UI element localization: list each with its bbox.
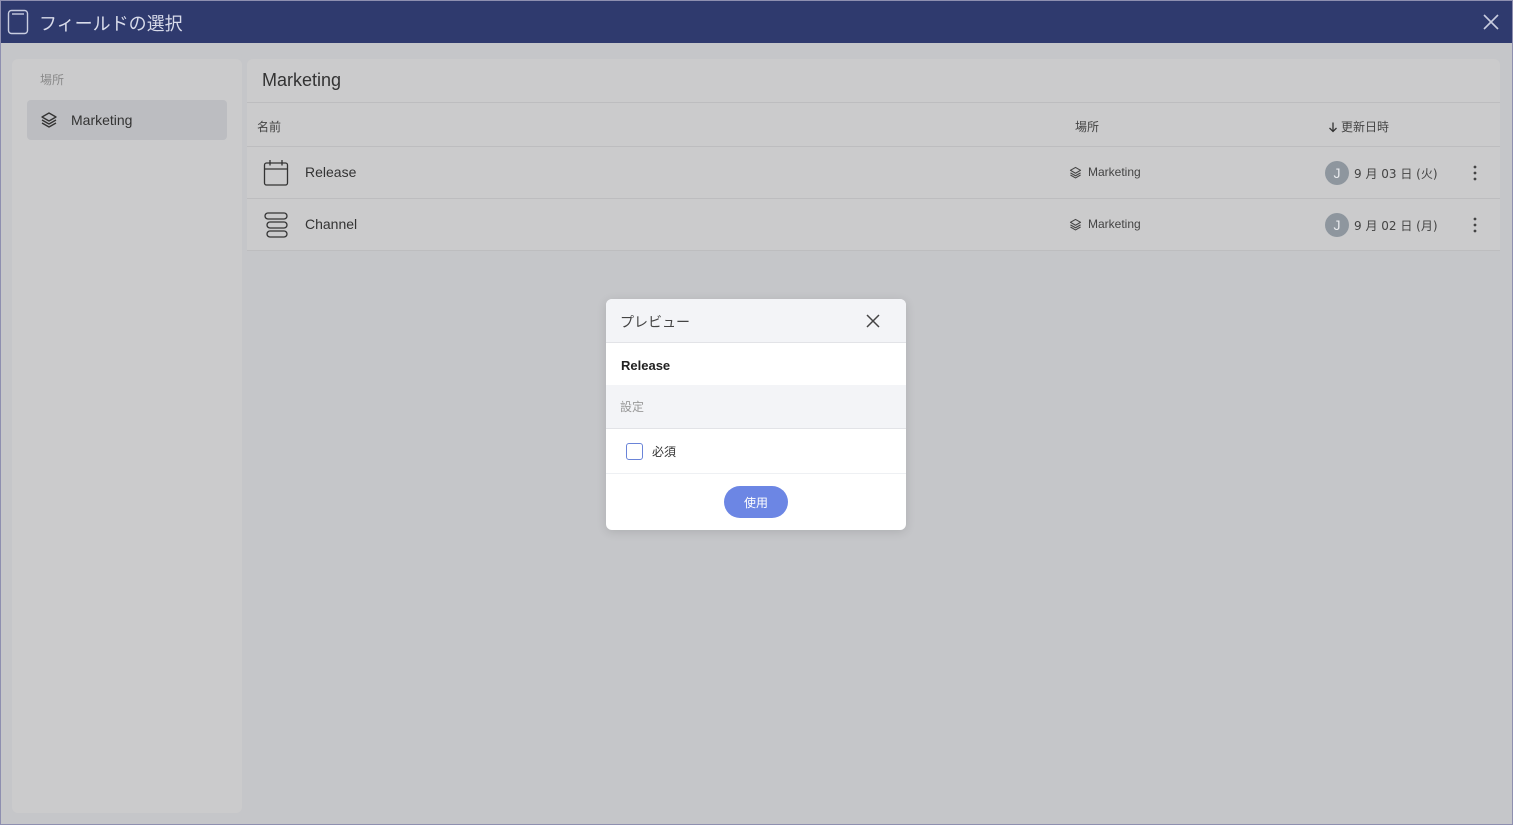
sidebar-item-label: Marketing <box>71 112 133 128</box>
calendar-icon <box>263 160 289 186</box>
checkbox-box[interactable] <box>626 443 643 460</box>
preview-dialog: プレビュー Release 設定 必須 使用 <box>606 299 906 530</box>
table-row[interactable]: Release Marketing J 9 月 03 日 (火) <box>247 147 1500 199</box>
app-document-icon <box>7 9 29 35</box>
use-button[interactable]: 使用 <box>724 486 788 518</box>
row-location-label: Marketing <box>1088 217 1141 231</box>
dialog-field-name: Release <box>621 358 671 373</box>
sidebar-item-marketing[interactable]: Marketing <box>27 100 227 140</box>
more-vertical-icon[interactable] <box>1465 213 1485 237</box>
dialog-close-icon[interactable] <box>864 312 882 330</box>
table-header: 名前 場所 更新日時 <box>247 103 1500 147</box>
more-vertical-icon[interactable] <box>1465 161 1485 185</box>
row-updated-date: 9 月 03 日 (火) <box>1354 167 1438 181</box>
window-title: フィールドの選択 <box>39 14 183 35</box>
arrow-down-icon <box>1329 122 1337 132</box>
required-checkbox[interactable]: 必須 <box>626 443 676 460</box>
column-header-location[interactable]: 場所 <box>1075 118 1099 135</box>
row-updated-date: 9 月 02 日 (月) <box>1354 219 1438 233</box>
layers-icon <box>41 112 57 128</box>
row-location-label: Marketing <box>1088 165 1141 179</box>
column-header-updated[interactable]: 更新日時 <box>1327 118 1389 135</box>
row-name: Channel <box>305 216 358 232</box>
main-header: Marketing <box>247 59 1500 103</box>
avatar: J <box>1325 161 1349 185</box>
title-bar: フィールドの選択 <box>1 1 1512 43</box>
avatar: J <box>1325 213 1349 237</box>
page-title: Marketing <box>262 70 342 90</box>
dialog-settings-section: 設定 <box>606 385 906 429</box>
list-stack-icon <box>264 212 288 238</box>
table-row[interactable]: Channel Marketing J 9 月 02 日 (月) <box>247 199 1500 251</box>
column-header-name[interactable]: 名前 <box>257 118 281 135</box>
column-header-updated-label: 更新日時 <box>1341 120 1390 134</box>
row-location: Marketing <box>1069 217 1141 231</box>
dialog-section-label: 設定 <box>620 400 645 414</box>
dialog-footer: 使用 <box>606 473 906 530</box>
row-name: Release <box>305 164 357 180</box>
row-location: Marketing <box>1069 165 1141 179</box>
layers-icon <box>1069 166 1082 178</box>
location-sidebar: 場所 Marketing <box>12 59 242 813</box>
sidebar-section-label: 場所 <box>40 73 65 87</box>
dialog-title: プレビュー <box>620 315 690 331</box>
window-close-icon[interactable] <box>1480 11 1502 33</box>
required-checkbox-label: 必須 <box>652 445 677 459</box>
dialog-header: プレビュー <box>606 299 906 343</box>
layers-icon <box>1069 218 1082 230</box>
field-select-window: フィールドの選択 場所 Marketing Marketing 名前 場所 更新… <box>0 0 1513 825</box>
